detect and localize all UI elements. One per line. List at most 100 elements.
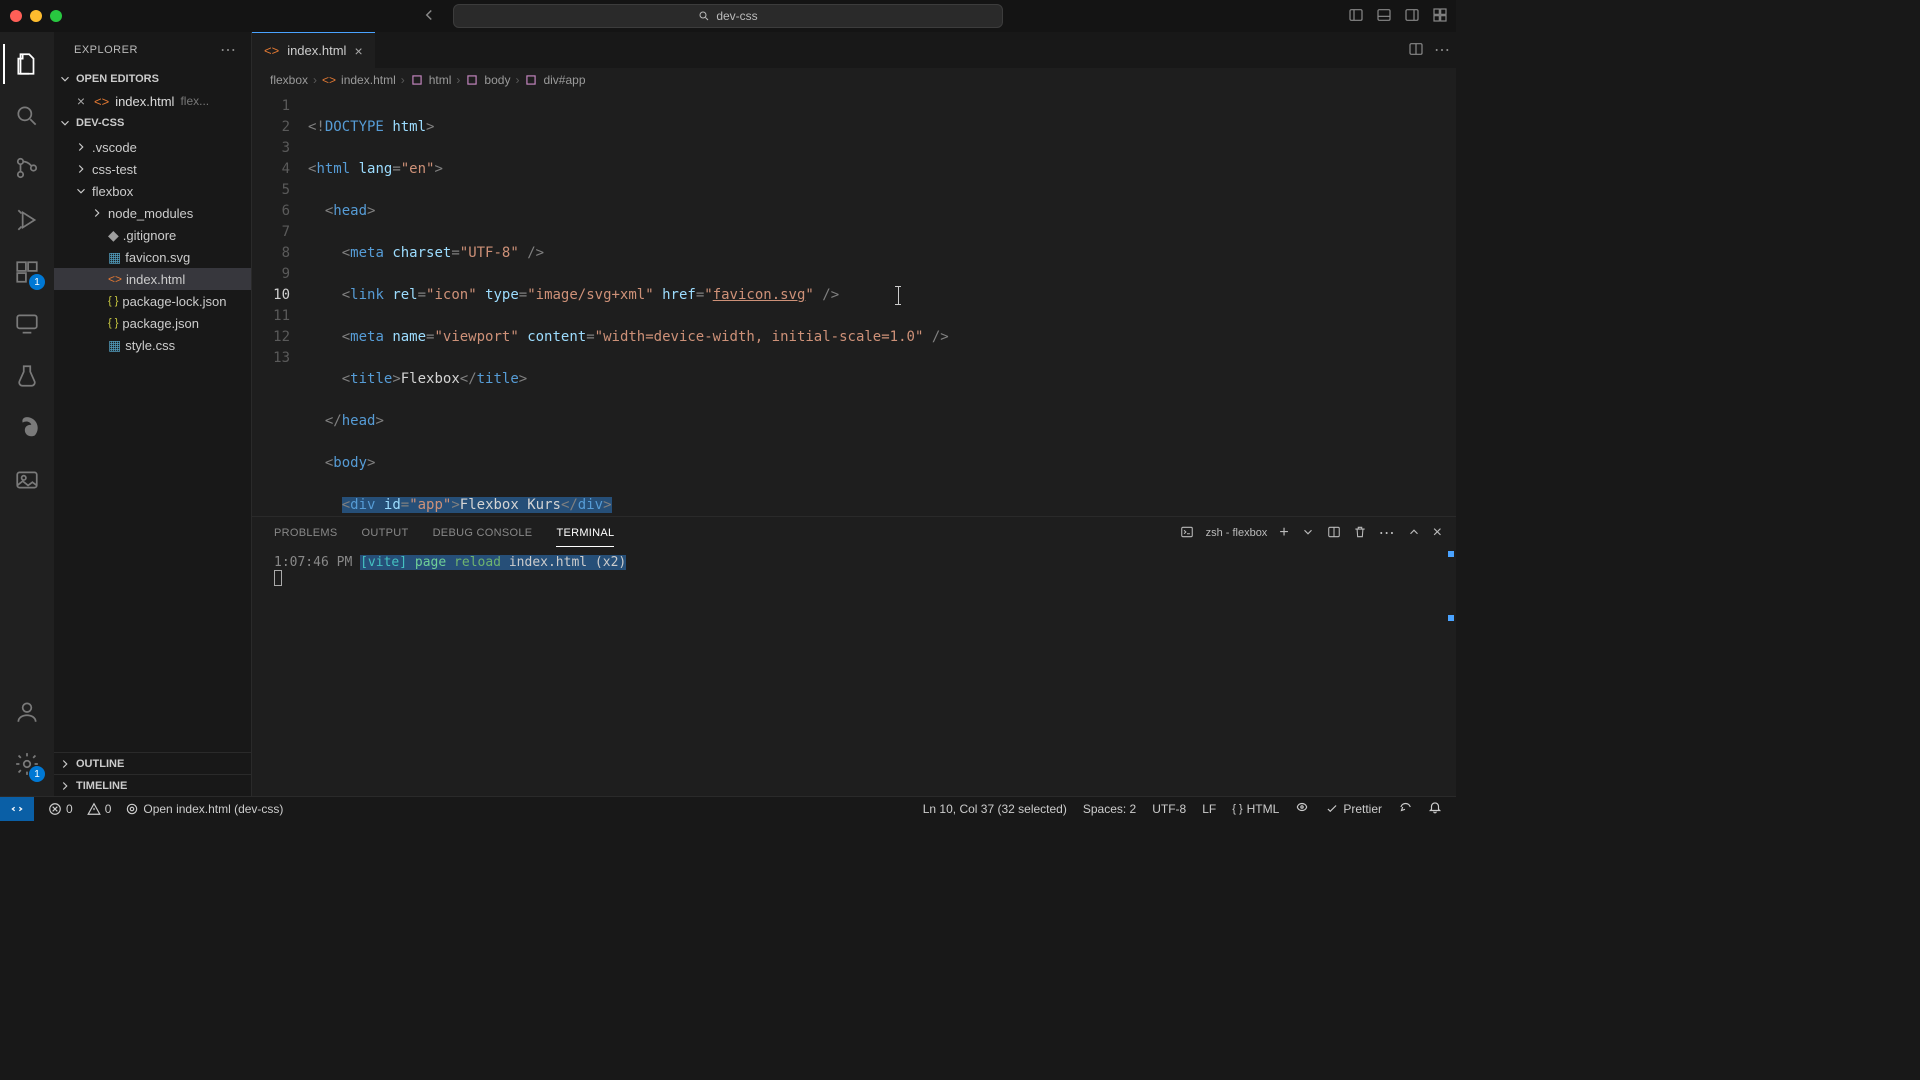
toggle-panel-icon[interactable] — [1376, 7, 1392, 26]
kill-terminal-icon[interactable] — [1353, 525, 1367, 542]
editor[interactable]: 12345678910111213 <!DOCTYPE html> <html … — [252, 92, 1456, 516]
remote-indicator[interactable] — [0, 797, 34, 821]
activity-run-debug[interactable] — [3, 196, 51, 244]
more-icon[interactable]: ⋯ — [1379, 523, 1395, 543]
activity-testing[interactable] — [3, 352, 51, 400]
settings-badge: 1 — [29, 766, 45, 782]
status-eol[interactable]: LF — [1202, 802, 1216, 816]
terminal[interactable]: 1:07:46 PM [vite] page reload index.html… — [252, 549, 1456, 796]
tree-item-package-json[interactable]: { } package.json — [54, 312, 251, 334]
panel-tab-terminal[interactable]: TERMINAL — [556, 527, 614, 539]
status-bar: 0 0 Open index.html (dev-css) Ln 10, Col… — [0, 796, 1456, 820]
code-area[interactable]: <!DOCTYPE html> <html lang="en"> <head> … — [308, 92, 1456, 516]
status-errors[interactable]: 0 — [48, 802, 73, 816]
panel-tab-problems[interactable]: PROBLEMS — [274, 527, 338, 539]
status-open-file[interactable]: Open index.html (dev-css) — [125, 802, 283, 816]
search-icon — [698, 10, 710, 22]
customize-layout-icon[interactable] — [1432, 7, 1448, 26]
activity-edge[interactable] — [3, 404, 51, 452]
status-position[interactable]: Ln 10, Col 37 (32 selected) — [923, 802, 1067, 816]
maximize-panel-icon[interactable] — [1407, 525, 1421, 542]
close-panel-icon[interactable]: × — [1433, 524, 1442, 542]
chevron-right-icon — [58, 757, 72, 771]
nav-back-icon[interactable] — [420, 6, 438, 27]
status-encoding[interactable]: UTF-8 — [1152, 802, 1186, 816]
breadcrumb-item[interactable]: flexbox — [270, 73, 308, 87]
toggle-secondary-sidebar-icon[interactable] — [1404, 7, 1420, 26]
status-bell-icon[interactable] — [1428, 800, 1442, 817]
new-terminal-icon[interactable]: + — [1279, 524, 1288, 542]
breadcrumb-item[interactable]: div#app — [543, 73, 585, 87]
open-editors-header[interactable]: OPEN EDITORS — [54, 68, 251, 90]
tab-index-html[interactable]: <> index.html × — [252, 32, 375, 68]
activity-explorer[interactable] — [3, 40, 51, 88]
sidebar-more-icon[interactable]: ⋯ — [220, 40, 237, 60]
maximize-window-icon[interactable] — [50, 10, 62, 22]
outline-label: OUTLINE — [76, 758, 124, 770]
split-editor-icon[interactable] — [1408, 41, 1424, 60]
tree-item-package-lock-json[interactable]: { } package-lock.json — [54, 290, 251, 312]
breadcrumb-item[interactable]: body — [484, 73, 510, 87]
tree-item-style-css[interactable]: ▦ style.css — [54, 334, 251, 356]
outline-header[interactable]: OUTLINE — [54, 752, 251, 774]
status-language[interactable]: { }HTML — [1232, 802, 1279, 816]
symbol-icon — [524, 73, 538, 87]
terminal-scrollbar[interactable] — [1446, 549, 1456, 796]
terminal-process-icon[interactable] — [1180, 525, 1194, 542]
minimize-window-icon[interactable] — [30, 10, 42, 22]
activity-bar: 1 1 — [0, 32, 54, 796]
toggle-primary-sidebar-icon[interactable] — [1348, 7, 1364, 26]
symbol-icon — [410, 73, 424, 87]
status-live-icon[interactable] — [1295, 800, 1309, 817]
tree-item--vscode[interactable]: .vscode — [54, 136, 251, 158]
tab-close-icon[interactable]: × — [354, 43, 362, 59]
gutter: 12345678910111213 — [252, 92, 308, 516]
tree-item-favicon-svg[interactable]: ▦ favicon.svg — [54, 246, 251, 268]
panel: PROBLEMS OUTPUT DEBUG CONSOLE TERMINAL z… — [252, 516, 1456, 796]
status-warnings[interactable]: 0 — [87, 802, 112, 816]
breadcrumb[interactable]: flexbox › <> index.html › html › body › … — [252, 68, 1456, 92]
tree-item-node_modules[interactable]: node_modules — [54, 202, 251, 224]
more-actions-icon[interactable]: ⋯ — [1434, 40, 1450, 60]
terminal-reload: reload — [454, 555, 501, 570]
tab-label: index.html — [287, 43, 346, 58]
close-editor-icon[interactable]: × — [74, 93, 88, 109]
panel-tab-output[interactable]: OUTPUT — [362, 527, 409, 539]
sidebar: EXPLORER ⋯ OPEN EDITORS × <> index.html … — [54, 32, 252, 796]
title-bar: dev-css — [0, 0, 1456, 32]
chevron-right-icon: › — [515, 73, 519, 87]
tree-item-css-test[interactable]: css-test — [54, 158, 251, 180]
activity-extensions[interactable]: 1 — [3, 248, 51, 296]
panel-tab-debug[interactable]: DEBUG CONSOLE — [433, 527, 533, 539]
open-editor-item[interactable]: × <> index.html flex... — [54, 90, 251, 112]
terminal-shell-label[interactable]: zsh - flexbox — [1206, 527, 1268, 539]
terminal-timestamp: 1:07:46 PM — [274, 555, 352, 570]
activity-images[interactable] — [3, 456, 51, 504]
folder-root-header[interactable]: DEV-CSS — [54, 112, 251, 134]
chevron-right-icon: › — [401, 73, 405, 87]
window-controls — [10, 10, 62, 22]
split-terminal-icon[interactable] — [1327, 525, 1341, 542]
status-prettier[interactable]: Prettier — [1325, 802, 1382, 816]
chevron-down-icon — [58, 72, 72, 86]
terminal-vite: [vite] — [360, 555, 407, 570]
terminal-dropdown-icon[interactable] — [1301, 525, 1315, 542]
tree-item--gitignore[interactable]: ◆ .gitignore — [54, 224, 251, 246]
activity-remote-explorer[interactable] — [3, 300, 51, 348]
activity-source-control[interactable] — [3, 144, 51, 192]
editor-group: <> index.html × ⋯ flexbox › <> index.htm… — [252, 32, 1456, 796]
activity-settings[interactable]: 1 — [3, 740, 51, 788]
status-feedback-icon[interactable] — [1398, 800, 1412, 817]
timeline-header[interactable]: TIMELINE — [54, 774, 251, 796]
status-spaces[interactable]: Spaces: 2 — [1083, 802, 1136, 816]
breadcrumb-item[interactable]: html — [429, 73, 452, 87]
breadcrumb-item[interactable]: index.html — [341, 73, 396, 87]
activity-search[interactable] — [3, 92, 51, 140]
tree-item-index-html[interactable]: <> index.html — [54, 268, 251, 290]
open-editors-label: OPEN EDITORS — [76, 73, 159, 85]
tab-bar: <> index.html × ⋯ — [252, 32, 1456, 68]
activity-accounts[interactable] — [3, 688, 51, 736]
tree-item-flexbox[interactable]: flexbox — [54, 180, 251, 202]
close-window-icon[interactable] — [10, 10, 22, 22]
command-center[interactable]: dev-css — [453, 4, 1003, 28]
